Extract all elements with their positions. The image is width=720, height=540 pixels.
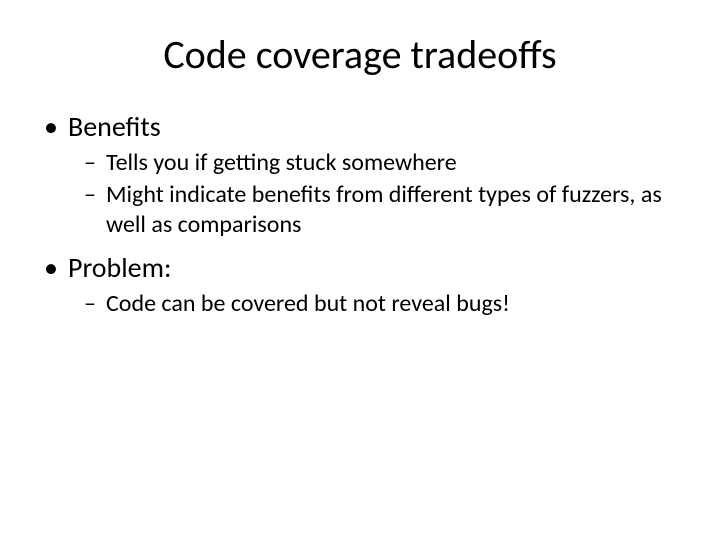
list-item: Problem: Code can be covered but not rev… [68, 250, 680, 319]
sub-list-item: Code can be covered but not reveal bugs! [106, 289, 680, 319]
list-item: Benefits Tells you if getting stuck some… [68, 109, 680, 240]
sub-list-item: Might indicate benefits from different t… [106, 180, 680, 240]
list-item-heading: Benefits [68, 109, 161, 144]
slide-title: Code coverage tradeoffs [0, 30, 720, 79]
sub-list: Code can be covered but not reveal bugs! [68, 289, 680, 319]
slide: Code coverage tradeoffs Benefits Tells y… [0, 0, 720, 540]
list-item-heading: Problem: [68, 250, 171, 285]
sub-list: Tells you if getting stuck somewhere Mig… [68, 148, 680, 240]
bullet-list: Benefits Tells you if getting stuck some… [0, 109, 720, 319]
sub-list-item: Tells you if getting stuck somewhere [106, 148, 680, 178]
